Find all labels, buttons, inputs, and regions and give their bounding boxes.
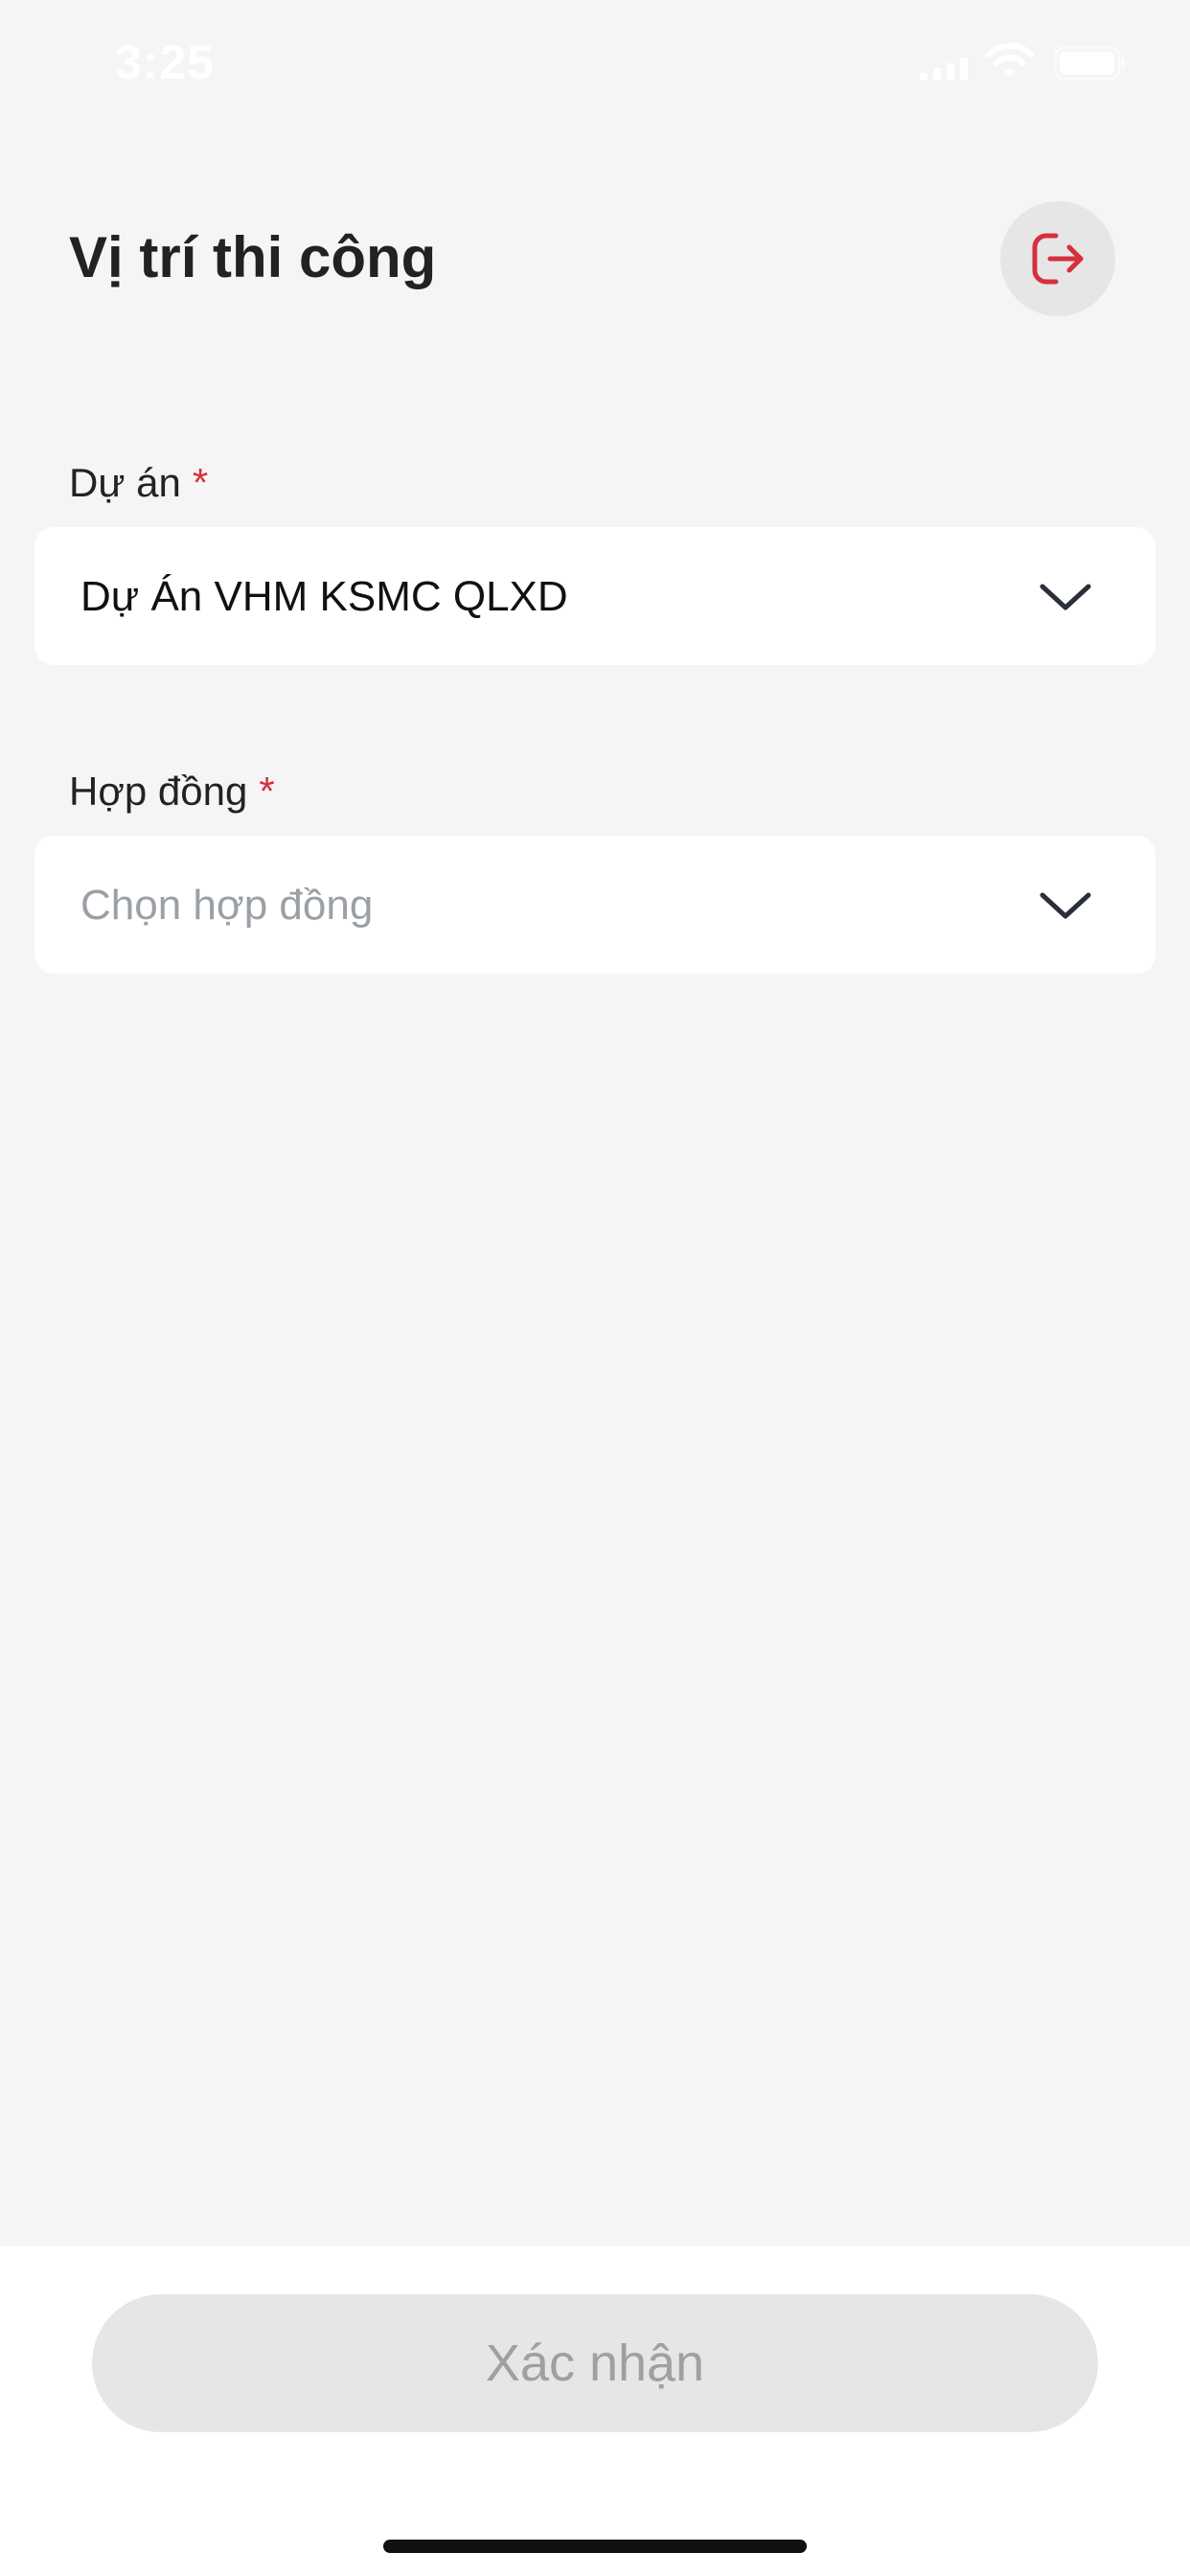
project-select-value: Dự Án VHM KSMC QLXD	[80, 573, 568, 620]
contract-label: Hợp đồng *	[69, 769, 275, 815]
header: Vị trí thi công	[0, 172, 1190, 345]
confirm-button[interactable]: Xác nhận	[92, 2294, 1098, 2432]
logout-icon	[1032, 233, 1084, 285]
project-label-text: Dự án	[69, 460, 181, 505]
bottom-bar: Xác nhận	[0, 2246, 1190, 2576]
logout-button[interactable]	[1000, 201, 1115, 316]
wifi-icon	[986, 42, 1034, 77]
contract-select[interactable]: Chọn hợp đồng	[34, 836, 1156, 974]
cellular-signal-icon	[920, 58, 968, 80]
battery-icon	[1054, 46, 1125, 80]
required-mark: *	[259, 769, 275, 814]
required-mark: *	[192, 460, 209, 505]
home-indicator	[383, 2540, 807, 2553]
chevron-down-icon	[1040, 584, 1091, 610]
page-title: Vị trí thi công	[69, 225, 437, 289]
chevron-down-icon	[1040, 892, 1091, 919]
contract-label-text: Hợp đồng	[69, 769, 248, 814]
status-time: 3:25	[115, 35, 216, 89]
project-label: Dự án *	[69, 460, 208, 506]
contract-select-placeholder: Chọn hợp đồng	[80, 882, 374, 929]
project-select[interactable]: Dự Án VHM KSMC QLXD	[34, 527, 1156, 665]
status-bar: 3:25	[0, 0, 1190, 126]
